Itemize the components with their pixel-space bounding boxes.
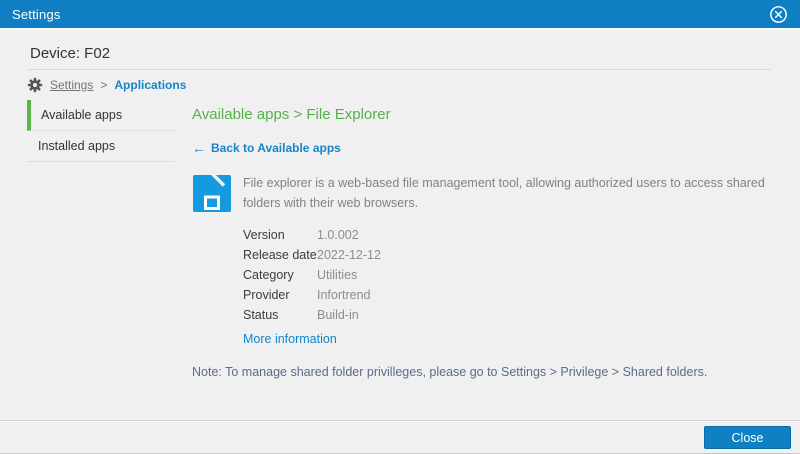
settings-dialog: Settings Device: F02 Settings > Applicat…: [0, 0, 800, 454]
detail-row-release-date: Release date 2022-12-12: [243, 245, 770, 265]
close-icon[interactable]: [768, 4, 788, 24]
sidebar-item-installed-apps[interactable]: Installed apps: [27, 131, 175, 162]
back-to-available-apps-link[interactable]: ← Back to Available apps: [192, 140, 770, 156]
gear-icon: [27, 77, 43, 93]
detail-value: Infortrend: [317, 288, 371, 302]
circle-x-icon: [769, 5, 787, 23]
note-text: Note: To manage shared folder privillege…: [192, 365, 708, 379]
detail-row-status: Status Build-in: [243, 305, 770, 325]
detail-value: 2022-12-12: [317, 248, 381, 262]
detail-label: Status: [243, 308, 279, 322]
sidebar-item-available-apps[interactable]: Available apps: [27, 100, 175, 131]
page-title: Device: F02: [30, 45, 111, 62]
breadcrumb-separator: >: [100, 78, 108, 92]
sidebar-item-label: Installed apps: [38, 139, 116, 153]
detail-value: 1.0.002: [317, 228, 359, 242]
detail-value: Utilities: [317, 268, 358, 282]
detail-label: Version: [243, 228, 285, 242]
titlebar: Settings: [0, 0, 800, 30]
footer-divider: [0, 420, 800, 422]
detail-value: Build-in: [317, 308, 359, 322]
breadcrumb: Settings > Applications: [27, 77, 186, 93]
app-details-table: Version 1.0.002 Release date 2022-12-12 …: [243, 225, 770, 325]
detail-label: Provider: [243, 288, 290, 302]
back-arrow-icon: ←: [192, 140, 206, 156]
close-button[interactable]: Close: [704, 426, 791, 449]
sidebar: Available apps Installed apps: [27, 100, 175, 162]
file-explorer-folder-icon: [193, 173, 231, 212]
detail-row-version: Version 1.0.002: [243, 225, 770, 245]
detail-row-category: Category Utilities: [243, 265, 770, 285]
back-link-label: Back to Available apps: [211, 141, 341, 155]
dialog-title: Settings: [12, 6, 61, 22]
detail-label: Category: [243, 268, 294, 282]
header-divider: [27, 69, 771, 70]
app-summary-row: File explorer is a web-based file manage…: [192, 173, 770, 213]
detail-label: Release date: [243, 248, 317, 262]
breadcrumb-settings-link[interactable]: Settings: [50, 78, 93, 92]
sidebar-item-label: Available apps: [41, 108, 123, 122]
app-description: File explorer is a web-based file manage…: [243, 176, 765, 210]
more-information-link[interactable]: More information: [243, 332, 337, 346]
breadcrumb-current-applications: Applications: [114, 78, 187, 92]
main-content: Available apps > File Explorer ← Back to…: [192, 100, 770, 379]
section-heading: Available apps > File Explorer: [192, 106, 391, 123]
detail-row-provider: Provider Infortrend: [243, 285, 770, 305]
